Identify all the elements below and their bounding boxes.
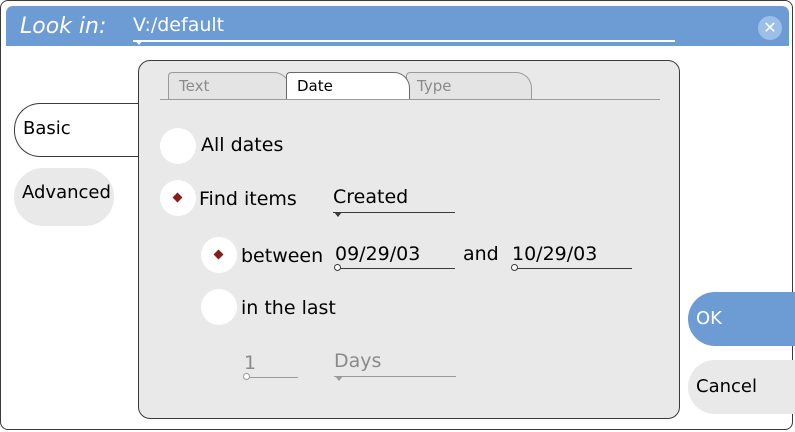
date-picker-icon[interactable]: [511, 264, 518, 271]
last-unit-select[interactable]: Days: [334, 350, 456, 377]
tab-type[interactable]: Type: [406, 72, 532, 99]
all-dates-label: All dates: [201, 134, 284, 156]
in-the-last-radio[interactable]: [201, 289, 237, 325]
path-dropdown-icon[interactable]: [135, 40, 143, 45]
tab-text[interactable]: Text: [168, 72, 290, 99]
from-date-field[interactable]: 09/29/03: [335, 243, 455, 269]
find-items-select[interactable]: Created: [333, 186, 455, 213]
all-dates-radio[interactable]: [160, 128, 196, 164]
radio-selected-icon: [172, 192, 183, 203]
ok-button[interactable]: OK: [688, 292, 795, 346]
ok-button-label: OK: [696, 308, 722, 329]
radio-selected-icon: [213, 249, 224, 260]
in-the-last-label: in the last: [241, 297, 336, 319]
sidebar-item-label: Basic: [23, 118, 71, 139]
from-date-value: 09/29/03: [335, 243, 421, 265]
between-label: between: [241, 245, 324, 267]
close-button[interactable]: ✕: [758, 16, 782, 40]
tab-label: Date: [297, 77, 333, 95]
sidebar-item-basic[interactable]: Basic: [14, 103, 145, 157]
to-date-value: 10/29/03: [512, 243, 598, 265]
between-radio[interactable]: [201, 237, 237, 273]
and-label: and: [463, 243, 499, 265]
find-items-value: Created: [333, 186, 409, 208]
cancel-button-label: Cancel: [696, 376, 757, 397]
chevron-down-icon[interactable]: [335, 376, 343, 381]
close-icon: ✕: [763, 18, 777, 37]
sidebar-item-label: Advanced: [22, 182, 111, 203]
stepper-icon[interactable]: [243, 373, 250, 380]
tab-label: Text: [179, 77, 210, 95]
tab-date[interactable]: Date: [286, 72, 410, 99]
path-value: V:/default: [133, 14, 225, 36]
date-picker-icon[interactable]: [334, 264, 341, 271]
last-count-field[interactable]: 1: [244, 352, 298, 378]
tab-divider: [160, 99, 660, 100]
to-date-field[interactable]: 10/29/03: [512, 243, 632, 269]
look-in-label: Look in:: [20, 14, 107, 39]
chevron-down-icon[interactable]: [334, 212, 342, 217]
last-count-value: 1: [244, 352, 257, 374]
find-items-radio[interactable]: [160, 180, 196, 216]
sidebar-item-advanced[interactable]: Advanced: [14, 168, 114, 226]
path-field[interactable]: V:/default: [133, 14, 675, 42]
cancel-button[interactable]: Cancel: [688, 360, 795, 414]
last-unit-value: Days: [334, 350, 382, 372]
tab-label: Type: [417, 77, 452, 95]
find-items-label: Find items: [199, 188, 297, 210]
